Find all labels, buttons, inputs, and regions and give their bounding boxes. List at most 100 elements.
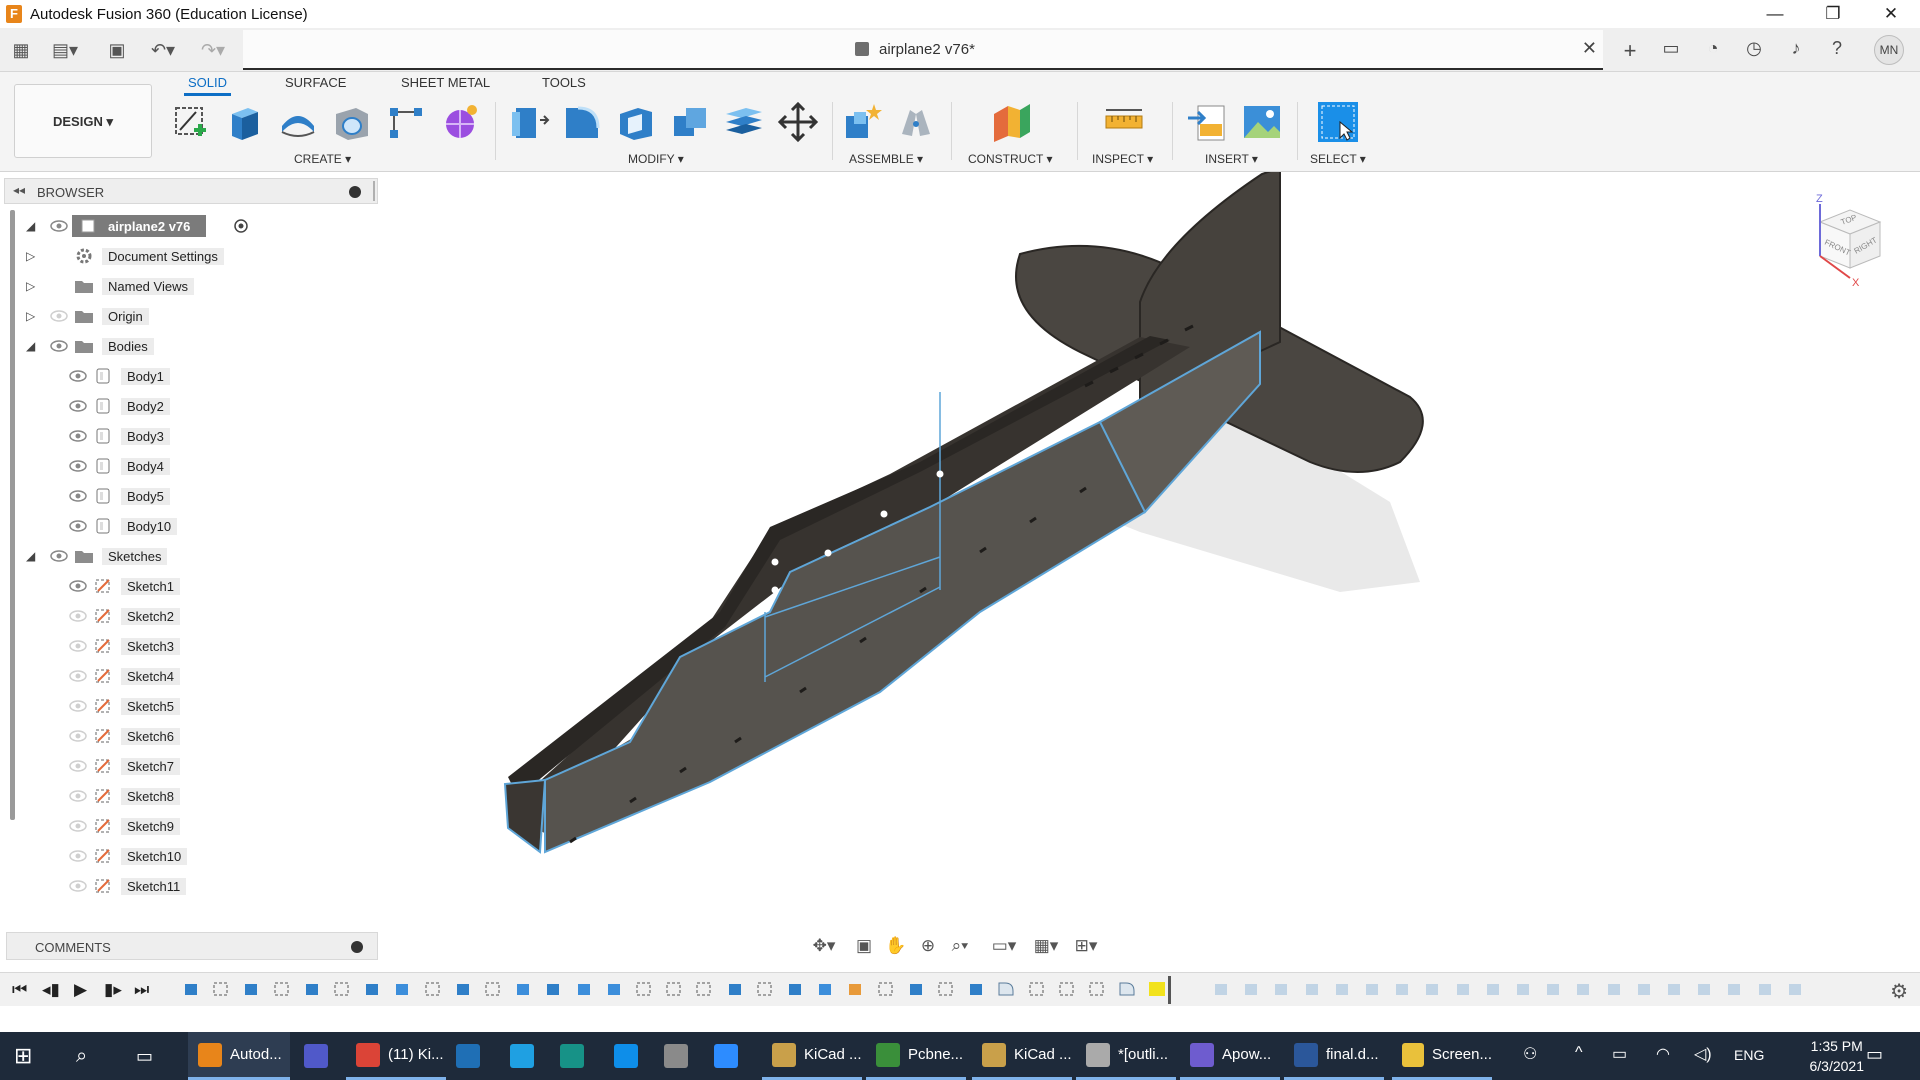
wifi-icon[interactable]: ◠ — [1656, 1044, 1670, 1064]
search-icon[interactable]: ⌕ — [76, 1032, 106, 1080]
show-hidden-icons-chevron-icon[interactable]: ^ — [1575, 1044, 1583, 1062]
tree-item-body3[interactable]: Body3 — [69, 425, 289, 447]
rectangular-pattern-icon[interactable] — [384, 100, 428, 144]
timeline-extrude-feature-icon[interactable] — [242, 981, 260, 997]
taskbar-app-11[interactable]: KiCad ... — [972, 1032, 1072, 1080]
taskbar-app-9[interactable]: KiCad ... — [762, 1032, 862, 1080]
visibility-eye-icon[interactable] — [69, 699, 87, 713]
go-to-start-icon[interactable]: ⏮ — [12, 980, 27, 1000]
timeline-sketch-feature-icon[interactable] — [1088, 981, 1106, 997]
timeline-extrude-feature-icon[interactable] — [454, 981, 472, 997]
tree-item-body5[interactable]: Body5 — [69, 485, 289, 507]
timeline-suppressed-feature-icon[interactable] — [1695, 981, 1713, 997]
airplane-model[interactable] — [380, 166, 1920, 962]
visibility-eye-icon[interactable] — [69, 669, 87, 683]
timeline-combine-feature-icon[interactable] — [514, 981, 532, 997]
visibility-eye-icon[interactable] — [69, 729, 87, 743]
play-icon[interactable]: ▶ — [74, 980, 87, 1000]
assemble-group-label[interactable]: ASSEMBLE ▾ — [849, 152, 923, 166]
timeline-extrude-feature-icon[interactable] — [303, 981, 321, 997]
timeline-suppressed-feature-icon[interactable] — [1272, 981, 1290, 997]
taskbar-app-8[interactable] — [710, 1032, 750, 1080]
go-to-end-icon[interactable]: ⏭ — [134, 980, 149, 1000]
visibility-eye-icon[interactable] — [69, 789, 87, 803]
tree-item-sketch6[interactable]: Sketch6 — [69, 725, 289, 747]
front-bulkhead[interactable] — [503, 778, 547, 854]
revolve-icon[interactable] — [276, 100, 320, 144]
view-cube[interactable]: TOP FRONT RIGHT Z X — [1790, 192, 1900, 292]
taskbar-clock[interactable]: 1:35 PM 6/3/2021 — [1810, 1036, 1865, 1076]
tree-item-body10[interactable]: Body10 — [69, 515, 289, 537]
add-comment-icon[interactable] — [351, 941, 363, 953]
timeline-settings-gear-icon[interactable]: ⚙ — [1890, 979, 1908, 1004]
timeline-suppressed-feature-icon[interactable] — [1303, 981, 1321, 997]
timeline-marker-feature-icon[interactable] — [1148, 981, 1166, 997]
undo-icon[interactable]: ↶▾ — [146, 38, 180, 62]
timeline-suppressed-feature-icon[interactable] — [1212, 981, 1230, 997]
insert-group-label[interactable]: INSERT ▾ — [1205, 152, 1258, 166]
workspace-switcher-button[interactable]: DESIGN ▾ — [14, 84, 152, 158]
comments-icon[interactable]: ▭ — [1658, 38, 1684, 59]
document-tab[interactable]: airplane2 v76* ✕ — [243, 30, 1603, 70]
timeline-suppressed-feature-icon[interactable] — [1635, 981, 1653, 997]
expanded-arrow-icon[interactable]: ◢ — [26, 549, 40, 563]
expanded-arrow-icon[interactable]: ◢ — [26, 339, 40, 353]
timeline-plane-feature-icon[interactable] — [846, 981, 864, 997]
canvas-image-icon[interactable] — [1240, 100, 1284, 144]
timeline-extrude-feature-icon[interactable] — [967, 981, 985, 997]
taskbar-app-4[interactable] — [506, 1032, 546, 1080]
visibility-eye-icon[interactable] — [69, 459, 87, 473]
extensions-icon[interactable]: ◔ — [1700, 38, 1726, 59]
taskbar-app-7[interactable] — [660, 1032, 700, 1080]
tree-item-sketch5[interactable]: Sketch5 — [69, 695, 289, 717]
timeline-extrude-feature-icon[interactable] — [182, 981, 200, 997]
timeline-suppressed-feature-icon[interactable] — [1393, 981, 1411, 997]
restore-button[interactable]: ❐ — [1804, 0, 1862, 28]
create-group-label[interactable]: CREATE ▾ — [294, 152, 351, 166]
tree-item-sketch11[interactable]: Sketch11 — [69, 875, 289, 897]
zoom-icon[interactable]: ⊕ — [914, 936, 942, 958]
tab-sheet-metal[interactable]: SHEET METAL — [401, 75, 490, 90]
offset-face-icon[interactable] — [722, 100, 766, 144]
panel-grip-icon[interactable] — [373, 181, 377, 201]
tree-item-named-views[interactable]: ▷ Named Views — [26, 275, 246, 297]
visibility-eye-icon[interactable] — [69, 369, 87, 383]
visibility-eye-icon[interactable] — [69, 759, 87, 773]
new-tab-icon[interactable]: + — [1617, 38, 1643, 64]
tree-item-body2[interactable]: Body2 — [69, 395, 289, 417]
step-back-icon[interactable]: ◂▮ — [42, 980, 60, 1000]
timeline-suppressed-feature-icon[interactable] — [1333, 981, 1351, 997]
tab-solid[interactable]: SOLID — [184, 75, 232, 96]
timeline-suppressed-feature-icon[interactable] — [1786, 981, 1804, 997]
look-at-icon[interactable]: ▣ — [850, 936, 878, 958]
volume-icon[interactable]: ◁) — [1694, 1044, 1712, 1064]
tree-root[interactable]: ◢ airplane2 v76 — [26, 215, 266, 237]
inspect-group-label[interactable]: INSPECT ▾ — [1092, 152, 1153, 166]
people-icon[interactable]: ⚇ — [1523, 1044, 1537, 1064]
tree-item-origin[interactable]: ▷ Origin — [26, 305, 246, 327]
timeline-combine-feature-icon[interactable] — [816, 981, 834, 997]
timeline-sketch-feature-icon[interactable] — [756, 981, 774, 997]
visibility-eye-icon[interactable] — [50, 309, 68, 323]
timeline-combine-feature-icon[interactable] — [575, 981, 593, 997]
timeline-extrude-feature-icon[interactable] — [363, 981, 381, 997]
timeline-sketch-feature-icon[interactable] — [877, 981, 895, 997]
taskbar-app-0[interactable]: Autod... — [188, 1032, 290, 1080]
help-icon[interactable]: ? — [1824, 38, 1850, 59]
timeline-suppressed-feature-icon[interactable] — [1756, 981, 1774, 997]
timeline-suppressed-feature-icon[interactable] — [1544, 981, 1562, 997]
offset-plane-icon[interactable] — [990, 100, 1034, 144]
collapsed-arrow-icon[interactable]: ▷ — [26, 279, 40, 293]
timeline-sketch-feature-icon[interactable] — [665, 981, 683, 997]
close-button[interactable]: ✕ — [1862, 0, 1920, 28]
move-copy-icon[interactable] — [776, 100, 820, 144]
save-icon[interactable]: ▣ — [106, 38, 128, 62]
extrude-icon[interactable] — [222, 100, 266, 144]
tree-item-sketch7[interactable]: Sketch7 — [69, 755, 289, 777]
visibility-eye-icon[interactable] — [69, 819, 87, 833]
timeline-sketch-feature-icon[interactable] — [333, 981, 351, 997]
timeline-suppressed-feature-icon[interactable] — [1605, 981, 1623, 997]
viewports-icon[interactable]: ⊞▾ — [1072, 936, 1100, 958]
measure-icon[interactable] — [1102, 100, 1146, 144]
minimize-button[interactable]: — — [1746, 0, 1804, 28]
